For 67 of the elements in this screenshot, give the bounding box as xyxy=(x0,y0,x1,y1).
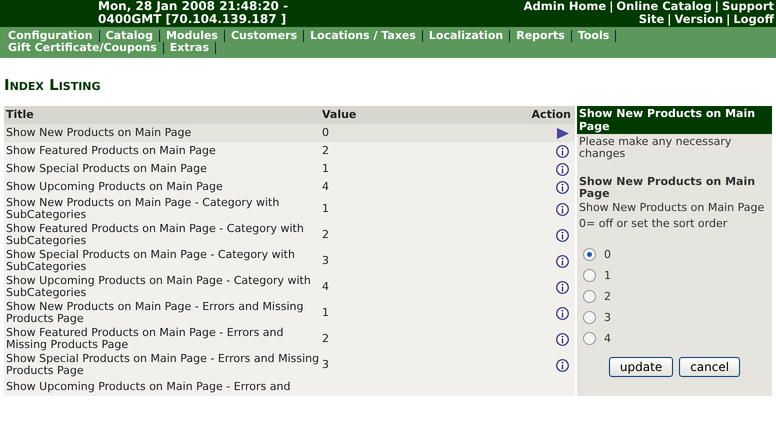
column-header: Action xyxy=(530,109,572,121)
separator: | xyxy=(726,13,730,26)
info-icon[interactable] xyxy=(556,280,569,294)
option-label: 3 xyxy=(604,311,611,324)
separator: | xyxy=(609,0,614,13)
value-cell-text: 3 xyxy=(321,359,330,371)
info-icon[interactable] xyxy=(556,332,569,346)
info-icon[interactable] xyxy=(556,144,569,158)
table-row[interactable]: Show New Products on Main Page 0 xyxy=(4,124,575,142)
option-label: 2 xyxy=(604,290,611,303)
info-icon[interactable] xyxy=(556,358,569,372)
header-link[interactable]: Version xyxy=(674,13,724,26)
option-label: 1 xyxy=(604,269,611,282)
info-icon[interactable] xyxy=(556,228,569,242)
setting-title: Show New Products on Main Page xyxy=(578,174,756,200)
title-cell-text: Show Special Products on Main Page - Errors and Missing Products Page xyxy=(5,353,320,377)
separator: | xyxy=(714,0,719,13)
value-cell-text: 2 xyxy=(321,229,330,241)
title-cell-text: Show Special Products on Main Page xyxy=(5,163,208,175)
title-cell-text: Show New Products on Main Page - Errors and Missing Products Page xyxy=(5,301,304,325)
value-cell-text: 1 xyxy=(321,163,330,175)
panel-button[interactable]: update xyxy=(608,357,674,377)
column-header: Value xyxy=(321,109,358,121)
title-cell-text: Show Special Products on Main Page - Category with SubCategories xyxy=(5,249,296,273)
setting-description: Show New Products on Main Page xyxy=(578,200,766,216)
title-cell-text: Show Upcoming Products on Main Page - Category with SubCategories xyxy=(5,275,312,299)
info-icon[interactable] xyxy=(556,202,569,216)
setting-hint: 0= off or set the sort order xyxy=(578,216,728,232)
value-cell-text: 2 xyxy=(321,333,330,345)
radio-button[interactable] xyxy=(583,290,596,303)
column-header: Title xyxy=(5,109,35,121)
header-link[interactable]: Site xyxy=(638,13,664,26)
radio-button[interactable] xyxy=(583,248,596,261)
title-cell-text: Show New Products on Main Page - Category with SubCategories xyxy=(5,197,280,221)
panel-title: Show New Products on Main Page xyxy=(577,106,772,134)
title-cell-text: Show Upcoming Products on Main Page - Errors and xyxy=(5,381,292,393)
info-icon[interactable] xyxy=(556,306,569,320)
header-link[interactable]: Support xyxy=(722,0,774,13)
value-cell-text: 3 xyxy=(321,255,330,267)
header-link[interactable]: Online Catalog xyxy=(616,0,712,13)
page-title: Index Listing xyxy=(4,76,102,94)
value-cell-text: 1 xyxy=(321,307,330,319)
arrow-icon[interactable] xyxy=(557,128,569,138)
header-link[interactable]: Admin Home xyxy=(524,0,606,13)
radio-button[interactable] xyxy=(583,269,596,282)
option-label: 0 xyxy=(604,248,611,261)
value-cell-text: 1 xyxy=(321,203,330,215)
value-cell-text: 4 xyxy=(321,281,330,293)
date-time: Mon, 28 Jan 2008 21:48:20 - 0400GMT [70.104.139.187 ] xyxy=(98,0,290,27)
title-cell-text: Show Featured Products on Main Page xyxy=(5,145,217,157)
panel-intro: Please make any necessary changes xyxy=(578,134,732,162)
info-icon[interactable] xyxy=(556,254,569,268)
radio-button[interactable] xyxy=(583,332,596,345)
title-cell-text: Show Featured Products on Main Page - Errors and Missing Products Page xyxy=(5,327,284,351)
separator: | xyxy=(667,13,672,26)
title-cell-text: Show Featured Products on Main Page - Category with SubCategories xyxy=(5,223,305,247)
info-icon[interactable] xyxy=(556,162,569,176)
title-cell-text: Show Upcoming Products on Main Page xyxy=(5,181,224,193)
value-cell-text: 0 xyxy=(321,127,330,139)
title-cell-text: Show New Products on Main Page xyxy=(5,127,192,139)
value-cell-text: 2 xyxy=(321,145,330,157)
info-icon[interactable] xyxy=(556,180,569,194)
panel-button[interactable]: cancel xyxy=(679,357,740,377)
radio-button[interactable] xyxy=(583,311,596,324)
header-link[interactable]: Logoff xyxy=(733,13,774,26)
value-cell-text: 4 xyxy=(321,181,330,193)
option-label: 4 xyxy=(604,332,611,345)
